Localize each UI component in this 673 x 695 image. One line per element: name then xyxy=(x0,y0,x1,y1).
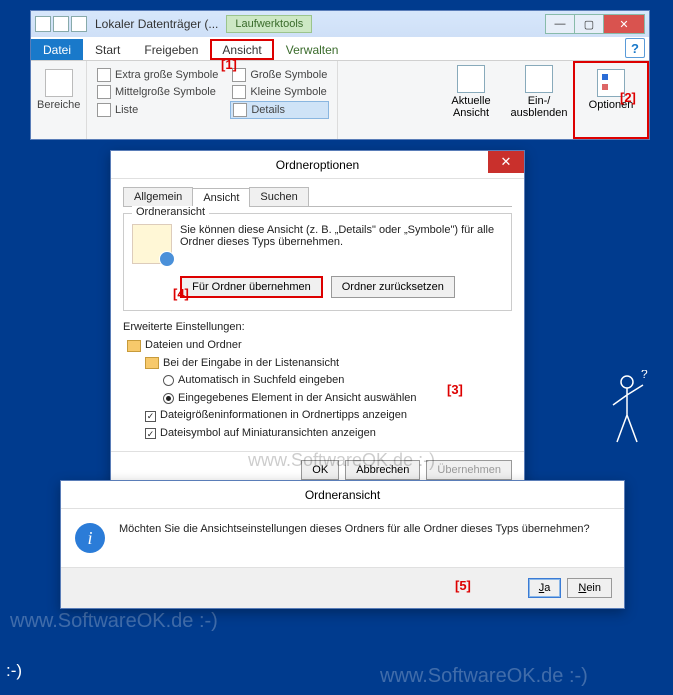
maximize-button[interactable]: ▢ xyxy=(574,14,604,34)
cancel-button[interactable]: Abbrechen xyxy=(345,460,420,480)
help-button[interactable]: ? xyxy=(625,38,645,58)
msgbox-buttons: Ja Nein xyxy=(61,567,624,608)
show-hide-button[interactable]: Ein-/ ausblenden xyxy=(505,61,573,139)
ribbon-body: Bereiche Extra große Symbole Große Symbo… xyxy=(31,61,649,139)
qat-icon[interactable] xyxy=(71,16,87,32)
no-button[interactable]: Nein xyxy=(567,578,612,598)
folder-options-dialog: Ordneroptionen ✕ Allgemein Ansicht Suche… xyxy=(110,150,525,489)
tab-general[interactable]: Allgemein xyxy=(123,187,193,206)
folder-icon xyxy=(127,340,141,352)
msgbox-text: Möchten Sie die Ansichtseinstellungen di… xyxy=(119,523,590,535)
view-extra-large[interactable]: Extra große Symbole xyxy=(95,67,220,83)
qat-icon[interactable] xyxy=(35,16,51,32)
stickman-icon: ? xyxy=(605,370,655,450)
checkbox-thumb[interactable]: ✓ xyxy=(145,428,156,439)
info-icon: i xyxy=(75,523,105,553)
folder-icon xyxy=(145,357,159,369)
window-title: Lokaler Datenträger (... xyxy=(95,17,218,31)
tab-start[interactable]: Start xyxy=(83,39,132,60)
ribbon-tabstrip: Datei Start Freigeben Ansicht Verwalten … xyxy=(31,37,649,61)
tab-view[interactable]: Ansicht xyxy=(192,188,250,207)
ribbon-group-panes: Bereiche xyxy=(31,61,87,139)
ok-button[interactable]: OK xyxy=(301,460,339,480)
minimize-button[interactable]: — xyxy=(545,14,575,34)
radio-select[interactable] xyxy=(163,393,174,404)
view-list[interactable]: Liste xyxy=(95,101,220,119)
folder-view-msgbox: Ordneransicht i Möchten Sie die Ansichts… xyxy=(60,480,625,609)
annotation-4: [4] xyxy=(173,286,189,301)
tab-view[interactable]: Ansicht xyxy=(210,39,273,60)
yes-button[interactable]: Ja xyxy=(528,578,562,598)
folder-view-text: Sie können diese Ansicht (z. B. „Details… xyxy=(180,224,503,248)
checkbox-size[interactable]: ✓ xyxy=(145,411,156,422)
view-details[interactable]: Details xyxy=(230,101,329,119)
msgbox-titlebar[interactable]: Ordneransicht xyxy=(61,481,624,509)
view-small[interactable]: Kleine Symbole xyxy=(230,84,329,100)
view-medium[interactable]: Mittelgroße Symbole xyxy=(95,84,220,100)
tab-search[interactable]: Suchen xyxy=(249,187,308,206)
annotation-5: [5] xyxy=(455,578,471,593)
dialog-titlebar[interactable]: Ordneroptionen ✕ xyxy=(111,151,524,179)
annotation-3: [3] xyxy=(447,382,463,397)
tab-manage[interactable]: Verwalten xyxy=(274,39,351,60)
contextual-tab-tools[interactable]: Laufwerktools xyxy=(226,15,312,33)
svg-text:?: ? xyxy=(641,370,648,381)
watermark: www.SoftwareOK.de :-) xyxy=(380,665,588,688)
radio-search[interactable] xyxy=(163,375,174,386)
watermark: www.SoftwareOK.de :-) xyxy=(10,610,218,633)
group-legend: Ordneransicht xyxy=(132,206,209,218)
current-view-button[interactable]: Aktuelle Ansicht xyxy=(437,61,505,139)
advanced-label: Erweiterte Einstellungen: xyxy=(123,321,512,333)
reset-folders-button[interactable]: Ordner zurücksetzen xyxy=(331,276,455,298)
panes-label: Bereiche xyxy=(37,99,80,111)
dialog-tabs: Allgemein Ansicht Suchen xyxy=(123,187,512,207)
explorer-window: Lokaler Datenträger (... Laufwerktools —… xyxy=(30,10,650,140)
view-large[interactable]: Große Symbole xyxy=(230,67,329,83)
current-view-icon xyxy=(457,65,485,93)
smile-icon: :-) xyxy=(6,661,22,681)
annotation-2: [2] xyxy=(620,90,636,105)
msgbox-title: Ordneransicht xyxy=(305,488,380,502)
tab-file[interactable]: Datei xyxy=(31,39,83,60)
annotation-1: [1] xyxy=(221,57,237,72)
apply-to-folders-button[interactable]: Für Ordner übernehmen xyxy=(180,276,323,298)
qat-icon[interactable] xyxy=(53,16,69,32)
panes-icon[interactable] xyxy=(45,69,73,97)
close-button[interactable]: ✕ xyxy=(603,14,645,34)
folder-view-icon xyxy=(132,224,172,264)
explorer-titlebar[interactable]: Lokaler Datenträger (... Laufwerktools —… xyxy=(31,11,649,37)
ribbon-group-layout: Extra große Symbole Große Symbole Mittel… xyxy=(87,61,338,139)
close-icon[interactable]: ✕ xyxy=(488,151,524,173)
tab-share[interactable]: Freigeben xyxy=(132,39,210,60)
show-hide-icon xyxy=(525,65,553,93)
apply-button: Übernehmen xyxy=(426,460,512,480)
dialog-title: Ordneroptionen xyxy=(276,158,359,172)
